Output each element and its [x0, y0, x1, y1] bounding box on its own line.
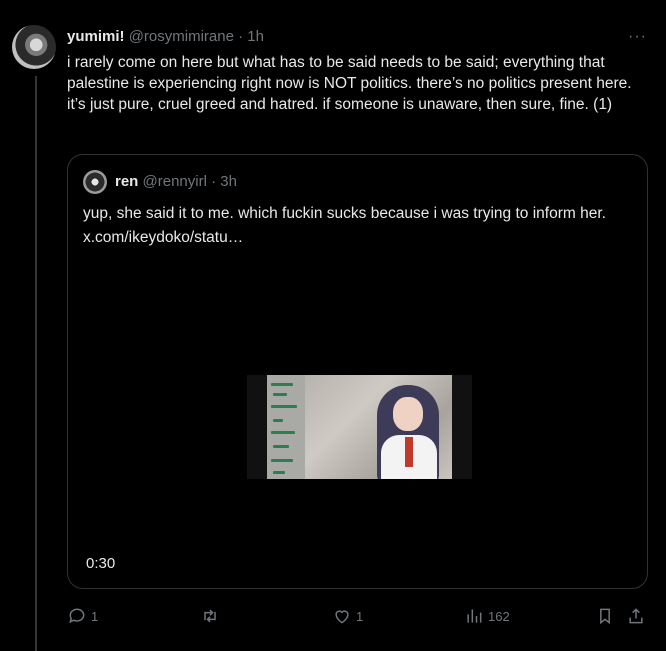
like-count: 1 [356, 608, 364, 624]
reply-button[interactable]: 1 [67, 606, 98, 626]
share-icon [629, 608, 643, 624]
video-duration: 0:30 [86, 555, 116, 572]
video-chat-overlay [267, 375, 305, 479]
reply-count: 1 [91, 608, 99, 624]
video-player[interactable] [247, 375, 472, 479]
author-handle[interactable]: @rosymimirane [129, 28, 234, 45]
quote-author-handle[interactable]: @rennyirl [143, 173, 207, 190]
retweet-icon [204, 609, 216, 623]
heart-icon [335, 610, 349, 624]
quote-text: yup, she said it to me. which fuckin suc… [83, 205, 606, 246]
quoted-tweet[interactable]: ren @rennyirl · 3h yup, she said it to m… [67, 154, 648, 589]
bookmark-button[interactable] [595, 606, 615, 626]
quote-time[interactable]: 3h [220, 173, 237, 190]
share-button[interactable] [626, 606, 646, 626]
tweet-header: yumimi! @rosymimirane · 1h [67, 28, 264, 46]
quote-header: ren @rennyirl · 3h [115, 173, 237, 191]
thread-line [35, 76, 37, 651]
tweet-time[interactable]: 1h [247, 28, 264, 45]
quote-author-name[interactable]: ren [115, 173, 138, 190]
retweet-button[interactable] [200, 606, 224, 626]
more-options-icon[interactable]: ··· [628, 28, 647, 46]
views-button[interactable]: 162 [464, 606, 510, 626]
quote-separator: · [211, 173, 217, 190]
header-separator: · [238, 28, 244, 45]
quote-author-avatar[interactable] [83, 170, 107, 194]
author-avatar[interactable] [12, 25, 56, 69]
bookmark-icon [600, 608, 610, 625]
views-icon [467, 609, 482, 623]
video-thumbnail [305, 375, 452, 479]
like-button[interactable]: 1 [332, 606, 363, 626]
views-count: 162 [488, 608, 510, 624]
author-name[interactable]: yumimi! [67, 28, 125, 45]
reply-icon [69, 608, 85, 624]
tweet-text: i rarely come on here but what has to be… [67, 54, 632, 113]
tweet-actions: 1 1 162 [67, 606, 652, 630]
